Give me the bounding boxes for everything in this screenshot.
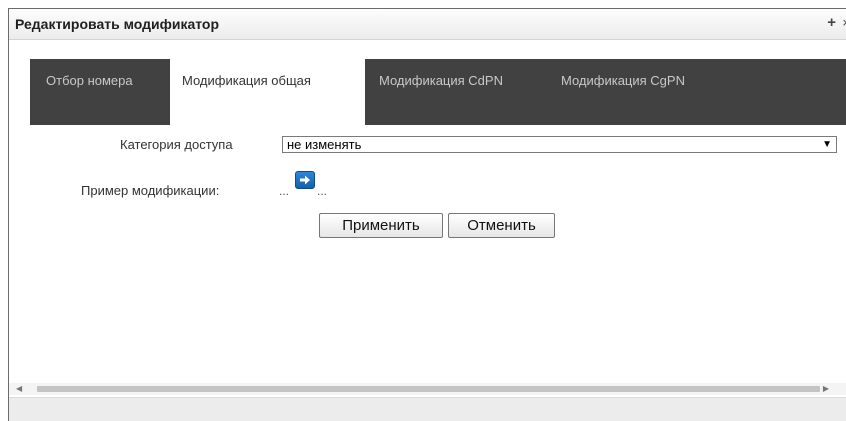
example-before-text: ...	[279, 184, 290, 198]
tab-label: Модификация CdPN	[379, 73, 503, 88]
tab-modification-cdpn[interactable]: Модификация CdPN	[365, 59, 555, 125]
dialog-footer	[9, 397, 846, 421]
access-category-select[interactable]: не изменять ▼	[282, 136, 837, 153]
tab-modification-general[interactable]: Модификация общая	[170, 59, 365, 125]
scroll-left-icon[interactable]: ◀	[16, 383, 22, 395]
access-category-value: не изменять	[287, 137, 362, 152]
modification-example-label: Пример модификации:	[81, 183, 220, 198]
scrollbar-thumb[interactable]	[37, 386, 820, 392]
close-icon[interactable]: ×	[842, 15, 846, 31]
tab-label: Модификация CgPN	[561, 73, 685, 88]
triangle-down-icon: ▼	[822, 139, 832, 150]
tab-modification-cgpn[interactable]: Модификация CgPN	[555, 59, 735, 125]
tab-bar: Отбор номера Модификация общая Модификац…	[30, 59, 846, 125]
cancel-button[interactable]: Отменить	[448, 213, 555, 238]
apply-button[interactable]: Применить	[319, 213, 443, 238]
edit-modifier-dialog: Редактировать модификатор + × Отбор номе…	[8, 8, 846, 421]
dialog-titlebar: Редактировать модификатор + ×	[9, 9, 846, 40]
example-after-text: ...	[317, 184, 328, 198]
horizontal-scrollbar[interactable]: ◀ ▶	[9, 383, 846, 395]
tab-label: Модификация общая	[182, 73, 311, 88]
scroll-right-icon[interactable]: ▶	[823, 383, 829, 395]
tab-label: Отбор номера	[46, 73, 133, 88]
arrow-right-icon[interactable]	[295, 171, 315, 189]
access-category-label: Категория доступа	[120, 137, 233, 152]
tab-number-selection[interactable]: Отбор номера	[30, 59, 170, 125]
plus-icon[interactable]: +	[827, 15, 836, 31]
dialog-title: Редактировать модификатор	[15, 16, 220, 32]
